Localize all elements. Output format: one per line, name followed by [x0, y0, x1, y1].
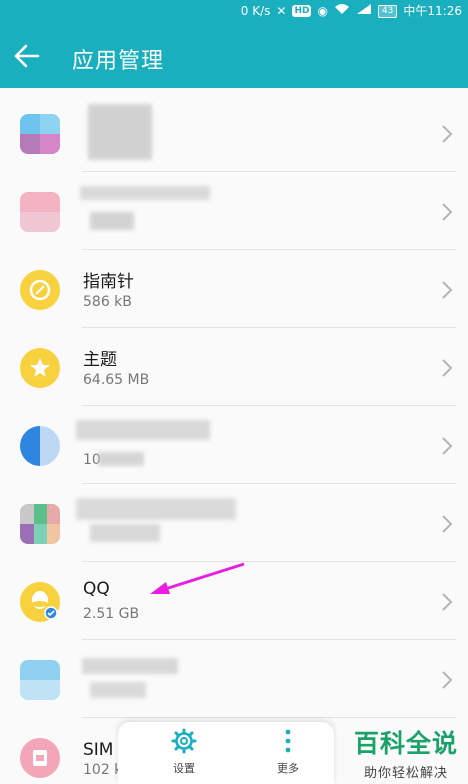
status-indicators: 0 K/s ✕ HD ◉ 43 中午11:26	[241, 3, 462, 19]
back-button[interactable]	[12, 38, 52, 74]
chevron-right-icon	[442, 515, 453, 533]
settings-label: 设置	[173, 762, 195, 775]
app-name: QQ	[83, 579, 110, 599]
chevron-right-icon	[442, 437, 453, 455]
blurred-name	[76, 498, 236, 520]
blurred-name	[76, 420, 210, 440]
list-item-app-2[interactable]	[0, 172, 468, 250]
app-size: 2.51 GB	[83, 606, 140, 622]
app-size: 64.65 MB	[83, 372, 150, 388]
chevron-right-icon	[442, 593, 453, 611]
annotation-arrow	[150, 562, 245, 594]
chevron-right-icon	[442, 359, 453, 377]
page-title: 应用管理	[72, 49, 165, 74]
app-size: 102 k	[83, 762, 123, 778]
theme-icon	[20, 348, 60, 388]
settings-button[interactable]: 设置	[154, 728, 214, 776]
signal-icon	[356, 3, 372, 19]
compass-icon	[20, 270, 60, 310]
app-list: 指南针 586 kB 主题 64.65 MB 10 QQ 2.51 GB SIM…	[0, 88, 468, 784]
app-icon-blurred	[20, 660, 60, 700]
more-vertical-icon	[285, 729, 291, 753]
gear-icon	[171, 728, 197, 754]
blurred-size	[90, 524, 160, 542]
more-label: 更多	[277, 762, 299, 775]
mute-icon: ✕	[276, 4, 287, 18]
watermark-subtitle: 助你轻松解决	[363, 766, 448, 781]
more-button[interactable]: 更多	[258, 728, 318, 776]
eye-icon: ◉	[317, 4, 328, 18]
list-item-theme[interactable]: 主题 64.65 MB	[0, 328, 468, 406]
app-name: 指南针	[83, 272, 134, 292]
blurred-name	[82, 658, 178, 674]
blurred-name	[88, 104, 152, 160]
clock: 中午11:26	[403, 4, 462, 18]
network-speed: 0 K/s	[240, 4, 271, 18]
blurred-size	[98, 452, 144, 466]
app-bar: 应用管理	[0, 24, 468, 88]
watermark: 百科全说 助你轻松解决	[354, 724, 458, 781]
list-item-app-6[interactable]	[0, 484, 468, 562]
blurred-size	[90, 682, 146, 698]
blurred-name	[80, 186, 210, 200]
chevron-right-icon	[442, 203, 453, 221]
back-arrow-icon	[14, 44, 40, 68]
battery-indicator: 43	[377, 4, 398, 18]
app-icon-blurred	[20, 192, 60, 232]
qq-icon	[20, 582, 60, 622]
app-name: 主题	[83, 350, 117, 370]
app-size: 586 kB	[83, 294, 132, 310]
chevron-right-icon	[442, 671, 453, 689]
wifi-icon	[334, 3, 350, 19]
chevron-right-icon	[442, 281, 453, 299]
list-item-app-5[interactable]: 10	[0, 406, 468, 484]
sim-icon	[20, 738, 60, 778]
list-item-compass[interactable]: 指南针 586 kB	[0, 250, 468, 328]
app-icon-blurred	[20, 114, 60, 154]
status-bar: 0 K/s ✕ HD ◉ 43 中午11:26	[0, 0, 468, 24]
list-item-app-8[interactable]	[0, 640, 468, 718]
app-icon-blurred	[20, 426, 60, 466]
hd-badge: HD	[292, 5, 312, 17]
chevron-right-icon	[442, 125, 453, 143]
bottom-action-bar: 设置 更多	[118, 722, 334, 784]
watermark-title: 百科全说	[353, 729, 458, 758]
app-icon-blurred	[20, 504, 60, 544]
list-item-app-1[interactable]	[0, 94, 468, 172]
blurred-size	[90, 212, 134, 230]
